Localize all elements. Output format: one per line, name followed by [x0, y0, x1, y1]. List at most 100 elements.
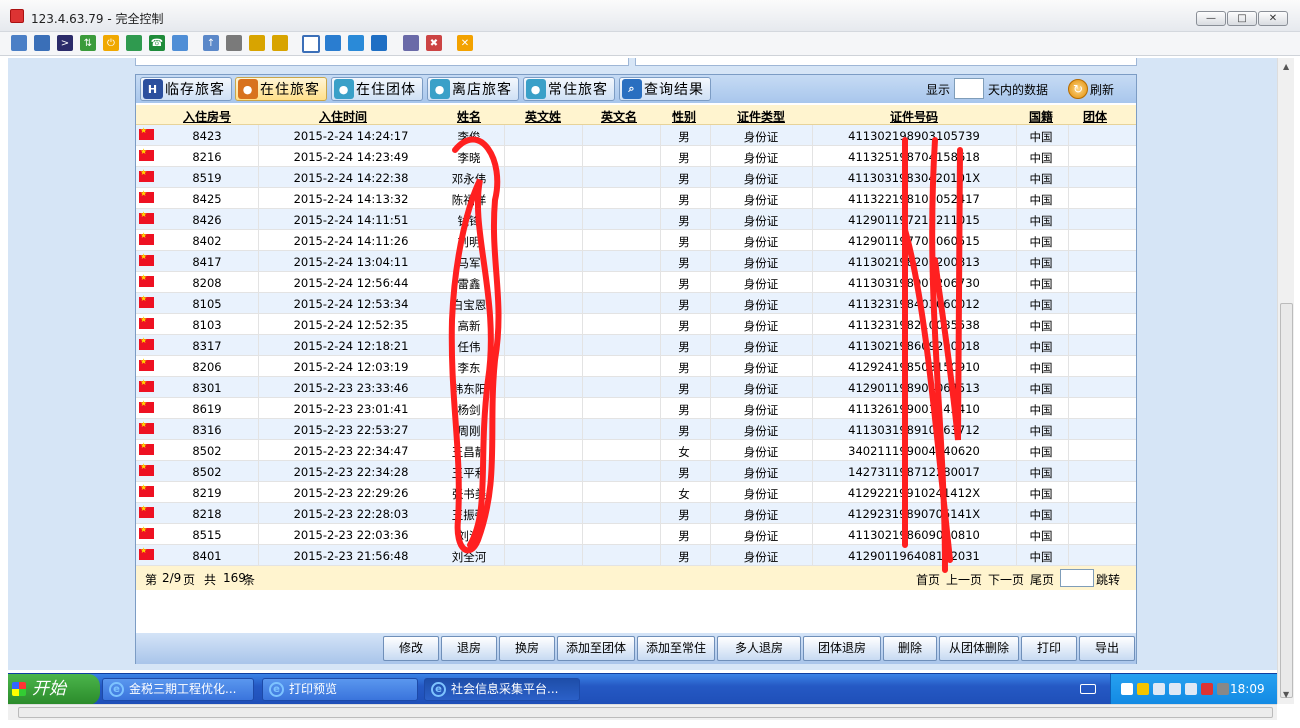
jump-button[interactable]: 跳转 — [1096, 571, 1120, 588]
col-id-type[interactable]: 证件类型 — [712, 108, 810, 125]
chat-icon[interactable] — [126, 35, 142, 51]
keyboard-icon[interactable] — [1080, 684, 1096, 694]
horizontal-scrollbar[interactable] — [8, 704, 1277, 720]
refresh-button[interactable]: ↻ 刷新 — [1068, 77, 1130, 101]
scale-icon[interactable] — [371, 35, 387, 51]
top-frame-strip — [135, 58, 1137, 66]
terminal-icon[interactable]: > — [57, 35, 73, 51]
cell-id-type: 身份证 — [743, 508, 779, 522]
volume-icon[interactable] — [1217, 683, 1229, 695]
table-row[interactable]: 8519 2015-2-24 14:22:38 邓永伟 男 身份证 41130319830… — [136, 167, 1136, 188]
power-icon[interactable]: ⏻ — [103, 35, 119, 51]
shield-icon[interactable] — [1137, 683, 1149, 695]
days-input[interactable] — [954, 78, 984, 99]
lock-icon[interactable] — [249, 35, 265, 51]
task-item[interactable]: e 打印预览 — [262, 678, 418, 701]
start-button[interactable]: 开始 — [8, 674, 100, 705]
tab-current-groups[interactable]: ● 在住团体 — [331, 77, 423, 101]
remove-from-group-button[interactable]: 从团体删除 — [939, 636, 1019, 661]
table-row[interactable]: 8502 2015-2-23 22:34:47 王昌静 女 身份证 34021119900… — [136, 440, 1136, 461]
cell-sex: 男 — [678, 172, 690, 186]
tab-checked-out[interactable]: ● 离店旅客 — [427, 77, 519, 101]
column-divider — [504, 482, 505, 503]
tab-query-results[interactable]: ⌕ 查询结果 — [619, 77, 711, 101]
phone-icon[interactable]: ☎ — [149, 35, 165, 51]
table-row[interactable]: 8216 2015-2-24 14:23:49 李晓 男 身份证 411325198704… — [136, 146, 1136, 167]
add-to-group-button[interactable]: 添加至团体 — [557, 636, 635, 661]
fit-window-icon[interactable] — [302, 35, 320, 53]
table-row[interactable]: 8619 2015-2-23 23:01:41 杨剑 男 身份证 411326199001… — [136, 398, 1136, 419]
scroll-thumb[interactable] — [18, 707, 1273, 718]
table-row[interactable]: 8208 2015-2-24 12:56:44 雷鑫 男 身份证 411303198907… — [136, 272, 1136, 293]
table-row[interactable]: 8515 2015-2-23 22:03:36 刘洋 男 身份证 411302198609… — [136, 524, 1136, 545]
upload-icon[interactable]: ↑ — [203, 35, 219, 51]
tab-residents[interactable]: ● 常住旅客 — [523, 77, 615, 101]
maximize-button[interactable]: □ — [1227, 11, 1257, 26]
network-icon[interactable] — [226, 35, 242, 51]
alert-icon[interactable] — [1201, 683, 1213, 695]
table-row[interactable]: 8423 2015-2-24 14:24:17 李俊 男 身份证 411302198903… — [136, 125, 1136, 146]
last-page-link[interactable]: 尾页 — [1030, 571, 1054, 588]
task-item[interactable]: e 社会信息采集平台... — [424, 678, 580, 701]
table-row[interactable]: 8425 2015-2-24 14:13:32 陈福洋 男 身份证 41132219810… — [136, 188, 1136, 209]
export-button[interactable]: 导出 — [1079, 636, 1135, 661]
fullscreen-icon[interactable] — [325, 35, 341, 51]
col-time[interactable]: 入住时间 — [288, 108, 398, 125]
message-icon[interactable] — [172, 35, 188, 51]
group-checkout-button[interactable]: 团体退房 — [803, 636, 881, 661]
minimize-button[interactable]: — — [1196, 11, 1226, 26]
cell-nationality: 中国 — [1029, 529, 1053, 543]
col-id-number[interactable]: 证件号码 — [814, 108, 1014, 125]
table-row[interactable]: 8105 2015-2-24 12:53:34 白宝恩 男 身份证 41132319840… — [136, 293, 1136, 314]
tab-temp-guests[interactable]: H 临存旅客 — [140, 77, 232, 101]
task-item[interactable]: e 金税三期工程优化... — [102, 678, 254, 701]
transfer-icon[interactable]: ⇅ — [80, 35, 96, 51]
col-sex[interactable]: 性别 — [660, 108, 708, 125]
table-row[interactable]: 8502 2015-2-23 22:34:28 王平利 男 身份证 14273119871… — [136, 461, 1136, 482]
table-row[interactable]: 8417 2015-2-24 13:04:11 马军 男 身份证 411302198206… — [136, 251, 1136, 272]
table-row[interactable]: 8402 2015-2-24 14:11:26 刘明 男 身份证 412901197708… — [136, 230, 1136, 251]
column-divider — [582, 146, 583, 167]
monitor-icon[interactable] — [34, 35, 50, 51]
close-button[interactable]: ✕ — [1258, 11, 1288, 26]
computer-icon[interactable] — [1153, 683, 1165, 695]
table-row[interactable]: 8316 2015-2-23 22:53:27 周刚 男 身份证 411303198910… — [136, 419, 1136, 440]
delete-button[interactable]: 删除 — [883, 636, 937, 661]
checkout-button[interactable]: 退房 — [441, 636, 497, 661]
computer-icon[interactable] — [1185, 683, 1197, 695]
unlock-icon[interactable] — [272, 35, 288, 51]
col-nationality[interactable]: 国籍 — [1016, 108, 1066, 125]
first-page-link[interactable]: 首页 — [916, 571, 940, 588]
col-room[interactable]: 入住房号 — [166, 108, 248, 125]
col-name[interactable]: 姓名 — [436, 108, 502, 125]
multi-checkout-button[interactable]: 多人退房 — [717, 636, 801, 661]
vertical-scrollbar[interactable]: ▲ ▼ — [1277, 58, 1294, 704]
table-row[interactable]: 8218 2015-2-23 22:28:03 王振强 男 身份证 41292319890… — [136, 503, 1136, 524]
col-en-surname[interactable]: 英文姓 — [506, 108, 580, 125]
add-to-resident-button[interactable]: 添加至常住 — [637, 636, 715, 661]
table-row[interactable]: 8206 2015-2-24 12:03:19 李东 男 身份证 412924198503… — [136, 356, 1136, 377]
prev-page-link[interactable]: 上一页 — [946, 571, 982, 588]
screen-icon[interactable] — [11, 35, 27, 51]
table-row[interactable]: 8301 2015-2-23 23:33:46 韩东阳 男 身份证 41290119890… — [136, 377, 1136, 398]
tab-current-guests[interactable]: ● 在住旅客 — [235, 77, 327, 101]
tools-icon[interactable]: ✖ — [426, 35, 442, 51]
disconnect-icon[interactable]: ✕ — [457, 35, 473, 51]
table-row[interactable]: 8317 2015-2-24 12:18:21 任伟 男 身份证 411302198609… — [136, 335, 1136, 356]
change-room-button[interactable]: 换房 — [499, 636, 555, 661]
jump-page-input[interactable] — [1060, 569, 1094, 587]
windows-icon[interactable] — [403, 35, 419, 51]
scroll-thumb[interactable] — [1280, 303, 1293, 698]
col-group[interactable]: 团体 — [1070, 108, 1120, 125]
table-row[interactable]: 8103 2015-2-24 12:52:35 高新 男 身份证 411323198210… — [136, 314, 1136, 335]
computer-icon[interactable] — [1169, 683, 1181, 695]
view-icon[interactable] — [348, 35, 364, 51]
col-en-name[interactable]: 英文名 — [582, 108, 656, 125]
network-tray-icon[interactable] — [1121, 683, 1133, 695]
table-row[interactable]: 8219 2015-2-23 22:29:26 张书美 女 身份证 41292219910… — [136, 482, 1136, 503]
edit-button[interactable]: 修改 — [383, 636, 439, 661]
table-row[interactable]: 8401 2015-2-23 21:56:48 刘全河 男 身份证 41290119640… — [136, 545, 1136, 566]
print-button[interactable]: 打印 — [1021, 636, 1077, 661]
table-row[interactable]: 8426 2015-2-24 14:11:51 钱锋 男 身份证 412901197210… — [136, 209, 1136, 230]
next-page-link[interactable]: 下一页 — [988, 571, 1024, 588]
